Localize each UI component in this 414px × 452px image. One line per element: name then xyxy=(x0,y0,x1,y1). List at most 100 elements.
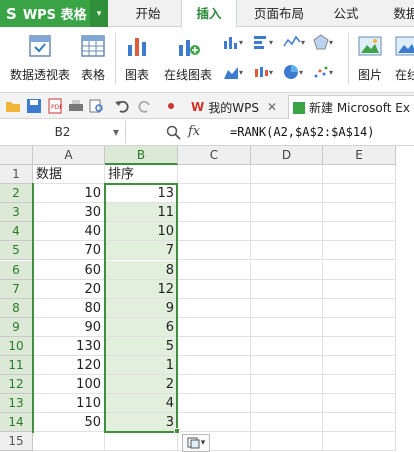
cell-c10[interactable] xyxy=(178,336,251,356)
tab-page-layout[interactable]: 页面布局 xyxy=(246,0,312,27)
cell-a15[interactable] xyxy=(33,432,105,452)
cell-a14[interactable]: 50 xyxy=(33,413,105,433)
cell-b7[interactable]: 12 xyxy=(105,279,178,299)
cell-c13[interactable] xyxy=(178,394,251,414)
function-icon[interactable]: fx xyxy=(188,124,200,139)
cell-c1[interactable] xyxy=(178,165,251,185)
cell-c3[interactable] xyxy=(178,203,251,223)
column-header-b[interactable]: B xyxy=(105,146,178,165)
cell-e10[interactable] xyxy=(323,336,396,356)
tab-home[interactable]: 开始 xyxy=(124,0,172,27)
row-header-9[interactable]: 9 xyxy=(0,317,33,337)
cell-e15[interactable] xyxy=(323,432,396,452)
row-header-8[interactable]: 8 xyxy=(0,298,33,318)
cell-b12[interactable]: 2 xyxy=(105,375,178,395)
column-header-c[interactable]: C xyxy=(178,146,251,165)
row-header-6[interactable]: 6 xyxy=(0,260,33,280)
cell-e3[interactable] xyxy=(323,203,396,223)
tab-data[interactable]: 数据 xyxy=(382,0,414,27)
cell-e6[interactable] xyxy=(323,260,396,280)
cell-a7[interactable]: 20 xyxy=(33,279,105,299)
row-header-11[interactable]: 11 xyxy=(0,356,33,376)
cell-d2[interactable] xyxy=(251,184,323,204)
table-button[interactable]: 表格 xyxy=(78,33,108,83)
row-header-5[interactable]: 5 xyxy=(0,241,33,261)
cell-b1[interactable]: 排序 xyxy=(105,165,178,185)
online-chart-button[interactable]: 在线图表 xyxy=(158,33,218,83)
print-preview-icon[interactable] xyxy=(89,98,105,114)
column-header-d[interactable]: D xyxy=(251,146,323,165)
pivot-table-button[interactable]: 数据透视表 xyxy=(8,33,72,83)
cell-a2[interactable]: 10 xyxy=(33,184,105,204)
cell-d10[interactable] xyxy=(251,336,323,356)
cell-e12[interactable] xyxy=(323,375,396,395)
area-chart-dropdown[interactable]: ▾ xyxy=(223,63,243,81)
tab-formulas[interactable]: 公式 xyxy=(322,0,370,27)
cell-d12[interactable] xyxy=(251,375,323,395)
cell-b5[interactable]: 7 xyxy=(105,241,178,261)
column-header-a[interactable]: A xyxy=(33,146,105,165)
cell-b15[interactable] xyxy=(105,432,178,452)
cell-c9[interactable] xyxy=(178,317,251,337)
select-all-corner[interactable] xyxy=(0,146,33,165)
spreadsheet-grid[interactable]: ABCDE 1 2 3 4 5 6 7 8 9 10 11 12 13 14 15 数据 排序 10 13 30 11… xyxy=(0,146,414,452)
row-header-3[interactable]: 3 xyxy=(0,203,33,223)
chevron-down-icon[interactable]: ▼ xyxy=(113,128,119,137)
cell-e4[interactable] xyxy=(323,222,396,242)
cell-c7[interactable] xyxy=(178,279,251,299)
close-icon[interactable]: ✕ xyxy=(267,100,277,114)
name-box[interactable]: B2 ▼ xyxy=(0,121,126,143)
cell-e2[interactable] xyxy=(323,184,396,204)
cell-e5[interactable] xyxy=(323,241,396,261)
cell-d4[interactable] xyxy=(251,222,323,242)
cell-e7[interactable] xyxy=(323,279,396,299)
print-icon[interactable] xyxy=(68,98,84,114)
cell-a9[interactable]: 90 xyxy=(33,317,105,337)
more-icon[interactable] xyxy=(163,98,179,114)
cell-d1[interactable] xyxy=(251,165,323,185)
undo-icon[interactable] xyxy=(114,98,130,114)
tab-my-wps[interactable]: W 我的WPS ✕ xyxy=(187,95,285,119)
cell-d14[interactable] xyxy=(251,413,323,433)
cell-a8[interactable]: 80 xyxy=(33,298,105,318)
cell-b3[interactable]: 11 xyxy=(105,203,178,223)
cell-c12[interactable] xyxy=(178,375,251,395)
cell-d11[interactable] xyxy=(251,356,323,376)
cell-b6[interactable]: 8 xyxy=(105,260,178,280)
cell-e8[interactable] xyxy=(323,298,396,318)
app-menu-button[interactable]: S WPS 表格 ▾ xyxy=(0,0,108,27)
chart-button[interactable]: 图表 xyxy=(122,33,152,83)
radar-chart-dropdown[interactable]: ▾ xyxy=(313,33,333,51)
cell-c6[interactable] xyxy=(178,260,251,280)
open-folder-icon[interactable] xyxy=(5,98,21,114)
row-header-15[interactable]: 15 xyxy=(0,432,33,452)
row-header-10[interactable]: 10 xyxy=(0,336,33,356)
stock-chart-dropdown[interactable]: ▾ xyxy=(253,63,273,81)
cell-d7[interactable] xyxy=(251,279,323,299)
fill-handle[interactable] xyxy=(174,428,180,435)
cell-a12[interactable]: 100 xyxy=(33,375,105,395)
online-picture-button[interactable]: 在线 xyxy=(392,33,414,83)
paste-options-button[interactable]: ▾ xyxy=(182,434,210,452)
cell-d13[interactable] xyxy=(251,394,323,414)
cell-a5[interactable]: 70 xyxy=(33,241,105,261)
cell-c4[interactable] xyxy=(178,222,251,242)
cell-c2[interactable] xyxy=(178,184,251,204)
cell-d6[interactable] xyxy=(251,260,323,280)
cell-d8[interactable] xyxy=(251,298,323,318)
tab-new-workbook[interactable]: 新建 Microsoft Ex xyxy=(288,95,414,119)
cell-c11[interactable] xyxy=(178,356,251,376)
cell-d5[interactable] xyxy=(251,241,323,261)
cell-d9[interactable] xyxy=(251,317,323,337)
cell-a6[interactable]: 60 xyxy=(33,260,105,280)
column-header-e[interactable]: E xyxy=(323,146,396,165)
cell-e1[interactable] xyxy=(323,165,396,185)
cell-b10[interactable]: 5 xyxy=(105,336,178,356)
row-header-4[interactable]: 4 xyxy=(0,222,33,242)
row-header-7[interactable]: 7 xyxy=(0,279,33,299)
cell-b14[interactable]: 3 xyxy=(105,413,178,433)
export-pdf-icon[interactable]: PDF xyxy=(47,98,63,114)
cell-b13[interactable]: 4 xyxy=(105,394,178,414)
cell-a4[interactable]: 40 xyxy=(33,222,105,242)
cell-a10[interactable]: 130 xyxy=(33,336,105,356)
